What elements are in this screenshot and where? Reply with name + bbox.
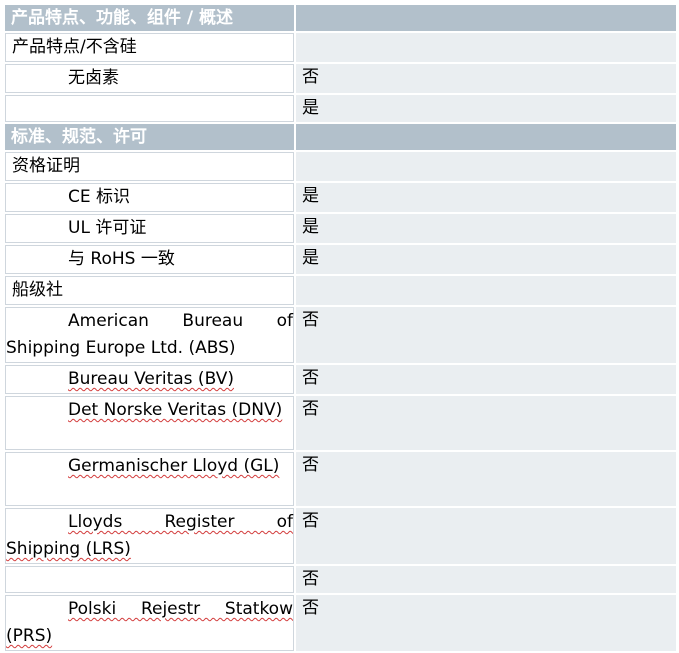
row-label: CE 标识 — [5, 183, 294, 212]
row-label: Det Norske Veritas (DNV) — [5, 396, 294, 450]
row-value: 否 — [296, 452, 676, 506]
row-label: 产品特点/不含硅 — [5, 33, 294, 62]
row-label: Lloyds Register of Shipping (LRS) — [5, 508, 294, 564]
row-value: 否 — [296, 64, 676, 93]
table-row: American Bureau of Shipping Europe Ltd. … — [5, 307, 676, 363]
row-label: 无卤素 — [5, 64, 294, 93]
row-value: 否 — [296, 307, 676, 363]
row-value — [296, 276, 676, 305]
row-value: 是 — [296, 95, 676, 122]
section-header-row: 产品特点、功能、组件 / 概述 — [5, 5, 676, 31]
section-header: 产品特点、功能、组件 / 概述 — [5, 5, 294, 31]
table-row: 船级社 — [5, 276, 676, 305]
table-row: Lloyds Register of Shipping (LRS) 否 — [5, 508, 676, 564]
row-label — [5, 95, 294, 122]
row-label: Bureau Veritas (BV) — [5, 365, 294, 394]
row-label: American Bureau of Shipping Europe Ltd. … — [5, 307, 294, 363]
row-value: 否 — [296, 396, 676, 450]
row-value — [296, 33, 676, 62]
row-label — [5, 566, 294, 593]
row-value: 是 — [296, 183, 676, 212]
table-row: 否 — [5, 566, 676, 593]
row-value: 否 — [296, 566, 676, 593]
row-label: UL 许可证 — [5, 214, 294, 243]
section-header-row: 标准、规范、许可 — [5, 124, 676, 150]
table-row: Germanischer Lloyd (GL) 否 — [5, 452, 676, 506]
row-value: 是 — [296, 214, 676, 243]
table-row: 无卤素 否 — [5, 64, 676, 93]
row-label: 资格证明 — [5, 152, 294, 181]
row-value: 否 — [296, 508, 676, 564]
row-label: 与 RoHS 一致 — [5, 245, 294, 274]
section-header-fill — [296, 5, 676, 31]
table-row: 产品特点/不含硅 — [5, 33, 676, 62]
table-row: 是 — [5, 95, 676, 122]
row-label: Polski Rejestr Statkow (PRS) — [5, 595, 294, 651]
row-label: 船级社 — [5, 276, 294, 305]
table-row: Polski Rejestr Statkow (PRS) 否 — [5, 595, 676, 651]
table-row: Det Norske Veritas (DNV) 否 — [5, 396, 676, 450]
section-header: 标准、规范、许可 — [5, 124, 294, 150]
table-row: 与 RoHS 一致 是 — [5, 245, 676, 274]
table-row: UL 许可证 是 — [5, 214, 676, 243]
product-spec-table: 产品特点、功能、组件 / 概述 产品特点/不含硅 无卤素 否 是 标准、规范、许… — [3, 3, 678, 653]
row-label: Germanischer Lloyd (GL) — [5, 452, 294, 506]
row-value: 是 — [296, 245, 676, 274]
table-row: CE 标识 是 — [5, 183, 676, 212]
section-header-fill — [296, 124, 676, 150]
row-value — [296, 152, 676, 181]
row-value: 否 — [296, 365, 676, 394]
row-value: 否 — [296, 595, 676, 651]
table-row: 资格证明 — [5, 152, 676, 181]
table-row: Bureau Veritas (BV) 否 — [5, 365, 676, 394]
